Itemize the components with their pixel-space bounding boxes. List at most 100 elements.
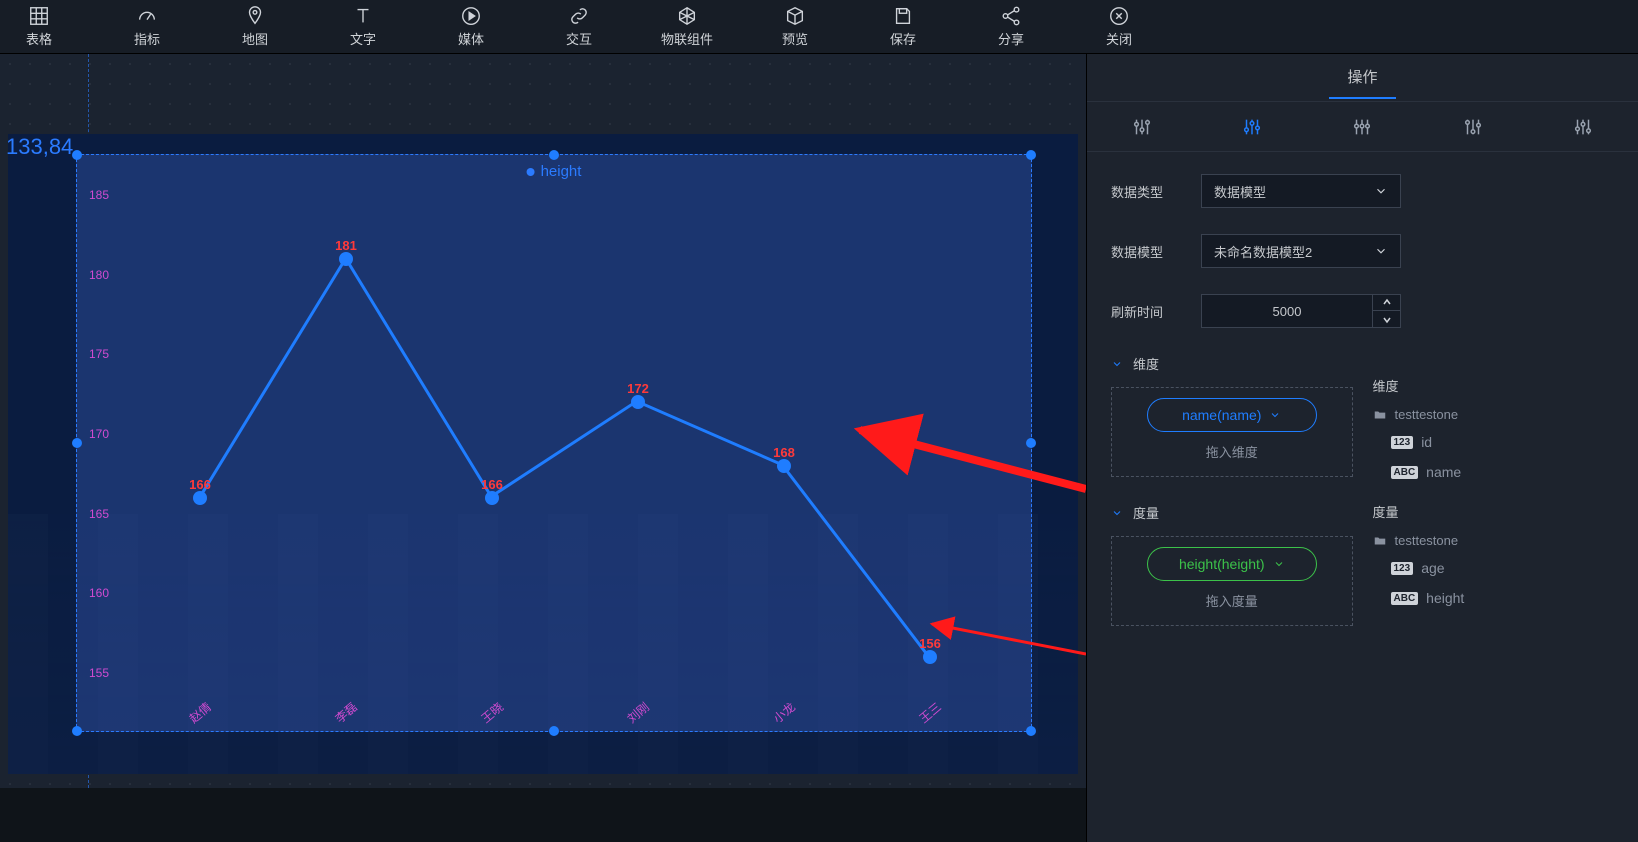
text-icon [352,5,374,27]
data-point[interactable] [631,395,645,409]
tab-operate[interactable]: 操作 [1329,56,1395,99]
sliders-icon-active[interactable] [1241,116,1263,138]
chevron-down-icon [1374,184,1388,198]
toolbar-label: 交互 [566,29,592,48]
chart-line-svg [77,155,1031,731]
toolbar-share[interactable]: 分享 [972,4,1050,49]
share-icon [1000,5,1022,27]
data-point[interactable] [193,491,207,505]
tree-table-name: testtestone [1395,407,1459,422]
toolbar-media[interactable]: 媒体 [432,4,510,49]
folder-icon [1373,534,1387,548]
measure-placeholder: 拖入度量 [1206,591,1258,610]
y-tick: 165 [89,507,109,521]
field-label: name [1426,464,1461,480]
spinner-down[interactable] [1373,311,1400,328]
tree-table-dim[interactable]: testtestone [1373,407,1615,422]
toolbar-preview[interactable]: 预览 [756,4,834,49]
data-label: 168 [773,445,795,460]
dimension-section-head[interactable]: 维度 [1111,354,1353,373]
chevron-down-icon [1374,244,1388,258]
measure-section-head[interactable]: 度量 [1111,503,1353,522]
tree-table-mea[interactable]: testtestone [1373,533,1615,548]
right-panel: 操作 数据类型 数据模型 数据模型 未命名数据模型2 刷新时间 5000 [1086,54,1638,842]
toolbar-iot[interactable]: 物联组件 [648,4,726,49]
toolbar-label: 保存 [890,29,916,48]
field-name[interactable]: ABC name [1373,464,1615,480]
toolbar-label: 关闭 [1106,29,1132,48]
toolbar-save[interactable]: 保存 [864,4,942,49]
save-icon [892,5,914,27]
line-chart: height 155160165170175180185赵倩李磊王晓刘刚小龙王三… [77,155,1031,731]
measure-dropzone[interactable]: height(height) 拖入度量 [1111,536,1353,626]
y-tick: 175 [89,347,109,361]
field-label: age [1421,560,1444,576]
toolbar-label: 表格 [26,29,52,48]
data-label: 166 [481,477,503,492]
prop-data-model: 数据模型 未命名数据模型2 [1111,234,1614,268]
prop-data-type: 数据类型 数据模型 [1111,174,1614,208]
data-label: 172 [627,381,649,396]
y-tick: 170 [89,427,109,441]
sliders-icon[interactable] [1462,116,1484,138]
tree-table-name: testtestone [1395,533,1459,548]
refresh-spinner[interactable]: 5000 [1201,294,1401,328]
toolbar-close[interactable]: 关闭 [1080,4,1158,49]
spinner-value: 5000 [1202,304,1372,319]
data-point[interactable] [923,650,937,664]
label-data-model: 数据模型 [1111,242,1201,261]
prop-refresh: 刷新时间 5000 [1111,294,1614,328]
type-badge-abc: ABC [1391,466,1419,479]
sliders-icon[interactable] [1351,116,1373,138]
gauge-icon [136,5,158,27]
selected-chart[interactable]: height 155160165170175180185赵倩李磊王晓刘刚小龙王三… [76,154,1032,732]
toolbar-label: 媒体 [458,29,484,48]
chevron-down-icon [1382,315,1392,325]
data-point[interactable] [339,252,353,266]
chip-text: height(height) [1179,556,1265,572]
dimension-placeholder: 拖入维度 [1206,442,1258,461]
dimension-chip-name[interactable]: name(name) [1147,398,1317,432]
y-tick: 155 [89,666,109,680]
toolbar-label: 物联组件 [661,29,713,48]
canvas-workspace[interactable]: 133,84 height 155160165170175180185赵倩李磊王… [0,54,1086,788]
field-age[interactable]: 123 age [1373,560,1615,576]
select-value: 未命名数据模型2 [1214,242,1312,261]
toolbar-metric[interactable]: 指标 [108,4,186,49]
sliders-icon[interactable] [1131,116,1153,138]
toolbar-table[interactable]: 表格 [0,4,78,49]
pin-icon [244,5,266,27]
toolbar-label: 指标 [134,29,160,48]
toolbar-text[interactable]: 文字 [324,4,402,49]
chevron-down-icon [1269,409,1281,421]
data-point[interactable] [777,459,791,473]
toolbar-interact[interactable]: 交互 [540,4,618,49]
dimension-dropzone[interactable]: name(name) 拖入维度 [1111,387,1353,477]
chevron-down-icon [1111,507,1123,519]
chevron-up-icon [1382,297,1392,307]
label-data-type: 数据类型 [1111,182,1201,201]
toolbar-label: 分享 [998,29,1024,48]
spinner-up[interactable] [1373,294,1400,311]
data-point[interactable] [485,491,499,505]
toolbar-map[interactable]: 地图 [216,4,294,49]
y-tick: 180 [89,268,109,282]
dimension-title: 维度 [1133,354,1159,373]
field-label: height [1426,590,1464,606]
data-label: 166 [189,477,211,492]
sliders-icon[interactable] [1572,116,1594,138]
chip-text: name(name) [1182,407,1261,423]
play-circle-icon [460,5,482,27]
y-tick: 185 [89,188,109,202]
network-icon [676,5,698,27]
field-height[interactable]: ABC height [1373,590,1615,606]
tree-dim-title: 维度 [1373,376,1615,395]
select-data-model[interactable]: 未命名数据模型2 [1201,234,1401,268]
settings-subtab-row [1087,102,1638,152]
select-data-type[interactable]: 数据模型 [1201,174,1401,208]
panel-body: 数据类型 数据模型 数据模型 未命名数据模型2 刷新时间 5000 [1087,152,1638,842]
field-id[interactable]: 123 id [1373,434,1615,450]
measure-chip-height[interactable]: height(height) [1147,547,1317,581]
type-badge-123: 123 [1391,562,1414,575]
top-toolbar: 表格 指标 地图 文字 媒体 交互 物联组件 预览 保存 分享 关闭 [0,0,1638,54]
